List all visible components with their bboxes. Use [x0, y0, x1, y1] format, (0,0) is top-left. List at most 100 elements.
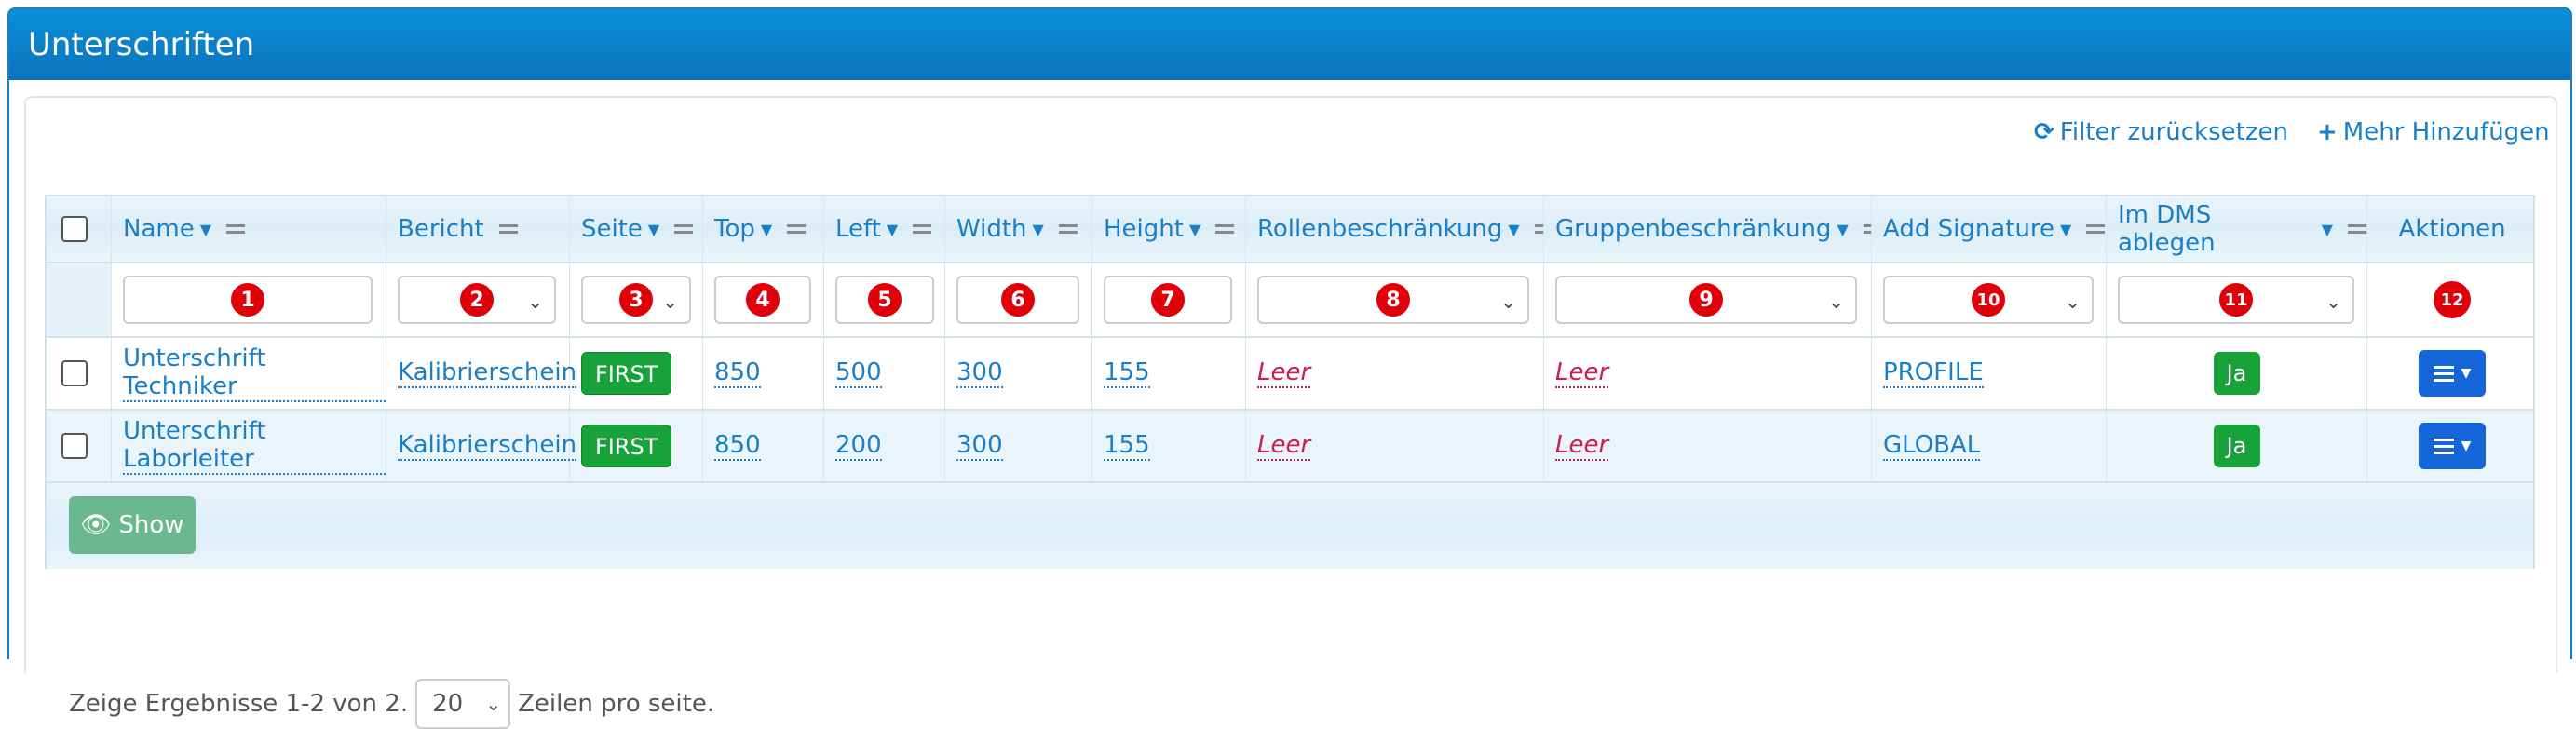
actions-menu-button[interactable]: ▼ [2419, 350, 2486, 397]
signatures-panel: Unterschriften ⟳ Filter zurücksetzen + Meh… [7, 7, 2572, 729]
seite-button[interactable]: FIRST [581, 425, 672, 467]
chevron-down-icon: ⌄ [2065, 290, 2081, 313]
sort-caret-icon: ▼ [886, 220, 899, 238]
filter-height-input[interactable]: 7 [1104, 276, 1232, 324]
panel-body: ⟳ Filter zurücksetzen + Mehr Hinzufügen Na… [24, 96, 2557, 729]
col-top-label: Top [714, 215, 755, 243]
filter-left-input[interactable]: 5 [835, 276, 934, 324]
col-header-bericht[interactable]: Bericht [386, 196, 570, 262]
rolle-value[interactable]: Leer [1257, 431, 1311, 461]
drag-handle-icon[interactable] [1863, 221, 1871, 237]
width-value[interactable]: 300 [956, 431, 1003, 461]
drag-handle-icon[interactable] [674, 221, 694, 237]
gruppe-value[interactable]: Leer [1555, 358, 1609, 388]
col-header-signature[interactable]: Add Signature ▼ [1872, 196, 2107, 262]
chevron-down-icon: ⌄ [527, 290, 543, 313]
dms-button[interactable]: Ja [2213, 352, 2260, 395]
col-header-rolle[interactable]: Rollenbeschränkung ▼ [1246, 196, 1544, 262]
marker-badge: 4 [744, 281, 781, 318]
col-header-name[interactable]: Name ▼ [112, 196, 386, 262]
row-checkbox[interactable] [61, 433, 88, 459]
drag-handle-icon[interactable] [498, 221, 518, 237]
bericht-link[interactable]: Kalibrierschein [398, 431, 577, 461]
filter-bericht-select[interactable]: 2 ⌄ [398, 276, 556, 324]
drag-handle-icon[interactable] [787, 221, 807, 237]
filter-dms-select[interactable]: 11 ⌄ [2118, 276, 2354, 324]
marker-badge: 3 [617, 281, 655, 318]
filter-name-cell: 1 [112, 263, 386, 336]
filter-left-cell: 5 [824, 263, 945, 336]
top-value[interactable]: 850 [714, 358, 761, 388]
caret-down-icon: ▼ [2461, 439, 2472, 453]
col-header-height[interactable]: Height ▼ [1092, 196, 1246, 262]
drag-handle-icon[interactable] [913, 221, 932, 237]
chevron-down-icon: ⌄ [1500, 290, 1516, 313]
gruppe-value[interactable]: Leer [1555, 431, 1609, 461]
header-select-cell [47, 196, 112, 262]
cell-seite: FIRST [570, 411, 703, 481]
filter-seite-select[interactable]: 3 ⌄ [581, 276, 691, 324]
add-more-link[interactable]: + Mehr Hinzufügen [2317, 118, 2550, 146]
reset-filter-link[interactable]: ⟳ Filter zurücksetzen [2034, 118, 2288, 146]
filter-width-input[interactable]: 6 [956, 276, 1079, 324]
seite-button[interactable]: FIRST [581, 352, 672, 395]
left-value[interactable]: 200 [835, 431, 882, 461]
top-value[interactable]: 850 [714, 431, 761, 461]
drag-handle-icon[interactable] [2086, 221, 2106, 237]
col-height-label: Height [1104, 215, 1184, 243]
actions-menu-button[interactable]: ▼ [2419, 423, 2486, 469]
name-link[interactable]: Unterschrift Techniker [123, 344, 386, 402]
grid-header-row: Name ▼ Bericht Seite ▼ Top ▼ Left ▼ Width ▼ [47, 196, 2533, 263]
marker-badge: 2 [458, 281, 495, 318]
show-button[interactable]: 👁 Show [69, 496, 196, 554]
page-size-select[interactable]: 20 ⌄ [415, 679, 511, 729]
rolle-value[interactable]: Leer [1257, 358, 1311, 388]
col-gruppe-label: Gruppenbeschränkung [1555, 215, 1832, 243]
left-value[interactable]: 500 [835, 358, 882, 388]
col-header-dms[interactable]: Im DMS ablegen ▼ [2107, 196, 2367, 262]
drag-handle-icon[interactable] [1058, 221, 1078, 237]
sort-caret-icon: ▼ [2321, 220, 2334, 238]
cell-signature: PROFILE [1872, 338, 2107, 409]
col-name-label: Name [123, 215, 195, 243]
bericht-link[interactable]: Kalibrierschein [398, 358, 577, 388]
menu-icon [2433, 362, 2454, 385]
height-value[interactable]: 155 [1104, 358, 1150, 388]
signature-value[interactable]: PROFILE [1883, 358, 1984, 388]
cell-aktionen: ▼ [2367, 411, 2537, 481]
cell-name: Unterschrift Laborleiter [112, 411, 386, 481]
col-header-gruppe[interactable]: Gruppenbeschränkung ▼ [1544, 196, 1872, 262]
height-value[interactable]: 155 [1104, 431, 1150, 461]
width-value[interactable]: 300 [956, 358, 1003, 388]
table-row: Unterschrift Techniker Kalibrierschein F… [47, 338, 2533, 411]
filter-top-input[interactable]: 4 [714, 276, 811, 324]
signature-value[interactable]: GLOBAL [1883, 431, 1981, 461]
drag-handle-icon[interactable] [2348, 221, 2366, 237]
name-link[interactable]: Unterschrift Laborleiter [123, 417, 386, 475]
col-header-top[interactable]: Top ▼ [703, 196, 824, 262]
reset-filter-label: Filter zurücksetzen [2059, 118, 2288, 146]
col-header-width[interactable]: Width ▼ [945, 196, 1092, 262]
filter-signature-select[interactable]: 10 ⌄ [1883, 276, 2094, 324]
marker-badge: 12 [2434, 281, 2471, 318]
col-rolle-label: Rollenbeschränkung [1257, 215, 1503, 243]
row-checkbox[interactable] [61, 360, 88, 386]
drag-handle-icon[interactable] [226, 221, 246, 237]
row-select-cell [47, 338, 112, 409]
marker-badge: 6 [999, 281, 1037, 318]
filter-empty-cell [47, 263, 112, 336]
sort-caret-icon: ▼ [647, 220, 660, 238]
col-header-left[interactable]: Left ▼ [824, 196, 945, 262]
dms-button[interactable]: Ja [2213, 425, 2260, 467]
cell-signature: GLOBAL [1872, 411, 2107, 481]
drag-handle-icon[interactable] [1534, 221, 1543, 237]
filter-rolle-select[interactable]: 8 ⌄ [1257, 276, 1529, 324]
col-header-seite[interactable]: Seite ▼ [570, 196, 703, 262]
col-aktionen-label: Aktionen [2398, 215, 2506, 243]
marker-badge: 9 [1688, 281, 1725, 318]
select-all-checkbox[interactable] [61, 216, 88, 242]
drag-handle-icon[interactable] [1215, 221, 1235, 237]
filter-name-input[interactable]: 1 [123, 276, 373, 324]
filter-gruppe-select[interactable]: 9 ⌄ [1555, 276, 1857, 324]
chevron-down-icon: ⌄ [2325, 290, 2341, 313]
